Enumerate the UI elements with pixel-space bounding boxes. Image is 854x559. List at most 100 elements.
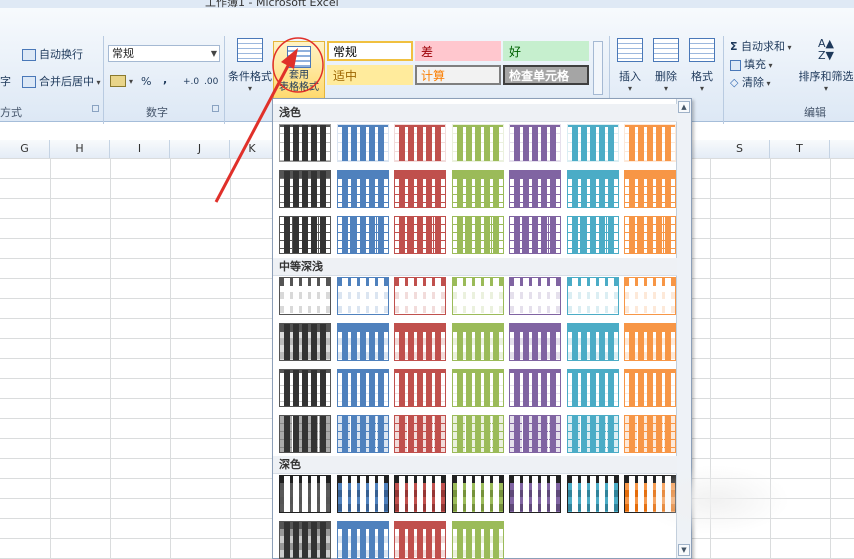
table-style-swatch-light-1-5[interactable] bbox=[566, 170, 619, 208]
column-header-g[interactable]: G bbox=[0, 140, 50, 158]
table-style-swatch-medium-2-6[interactable] bbox=[624, 369, 676, 407]
table-style-swatch-medium-1-2[interactable] bbox=[394, 323, 446, 361]
table-style-swatch-light-0-4[interactable] bbox=[509, 124, 561, 162]
table-style-swatch-medium-1-3[interactable] bbox=[451, 323, 504, 361]
table-style-swatch-dark-0-4[interactable] bbox=[509, 475, 561, 513]
column-header-j[interactable]: J bbox=[170, 140, 230, 158]
cell-style-2[interactable]: 好 bbox=[503, 41, 589, 61]
table-style-swatch-dark-1-2[interactable] bbox=[394, 521, 446, 559]
table-style-swatch-medium-0-3[interactable] bbox=[451, 277, 504, 315]
table-style-swatch-dark-1-3[interactable] bbox=[451, 521, 504, 559]
column-header-s[interactable]: S bbox=[710, 140, 770, 158]
table-style-swatch-medium-2-1[interactable] bbox=[336, 369, 389, 407]
table-style-gallery: ▲ ▼ 浅色 中等深浅 深色 bbox=[272, 98, 692, 559]
currency-button[interactable]: ▾ bbox=[110, 74, 133, 87]
table-style-swatch-light-2-3[interactable] bbox=[451, 216, 504, 254]
table-style-swatch-light-1-3[interactable] bbox=[451, 170, 504, 208]
table-style-swatch-dark-0-2[interactable] bbox=[394, 475, 446, 513]
table-style-swatch-light-1-4[interactable] bbox=[509, 170, 561, 208]
table-style-swatch-light-0-3[interactable] bbox=[451, 124, 504, 162]
table-style-swatch-light-1-2[interactable] bbox=[394, 170, 446, 208]
number-dialog-launcher[interactable] bbox=[212, 105, 219, 112]
fill-button[interactable]: 填充 ▾ bbox=[730, 56, 773, 72]
table-style-swatch-medium-3-1[interactable] bbox=[336, 415, 389, 453]
title-bar: 工作簿1 - Microsoft Excel bbox=[0, 0, 854, 8]
conditional-format-button[interactable]: 条件格式 ▾ bbox=[228, 38, 272, 93]
table-style-swatch-light-1-6[interactable] bbox=[624, 170, 676, 208]
increase-decimal-button[interactable]: +.0 bbox=[183, 77, 199, 87]
table-style-swatch-medium-0-2[interactable] bbox=[394, 277, 446, 315]
table-style-swatch-medium-0-5[interactable] bbox=[566, 277, 619, 315]
table-style-swatch-light-0-1[interactable] bbox=[336, 124, 389, 162]
table-style-swatch-medium-0-4[interactable] bbox=[509, 277, 561, 315]
scroll-down-button[interactable]: ▼ bbox=[678, 544, 690, 556]
column-header-h[interactable]: H bbox=[50, 140, 110, 158]
merge-center-button[interactable]: 合并后居中 ▾ bbox=[22, 73, 101, 89]
wrap-text-button[interactable]: 自动换行 bbox=[22, 46, 83, 62]
decrease-decimal-button[interactable]: .00 bbox=[204, 77, 218, 87]
table-style-swatch-medium-1-1[interactable] bbox=[336, 323, 389, 361]
table-style-swatch-light-2-0[interactable] bbox=[279, 216, 331, 254]
table-style-swatch-medium-2-4[interactable] bbox=[509, 369, 561, 407]
cell-style-5[interactable]: 检查单元格 bbox=[503, 65, 589, 85]
table-style-swatch-medium-2-0[interactable] bbox=[279, 369, 331, 407]
sort-az-icon: A▲ Z▼ bbox=[818, 37, 834, 62]
table-style-swatch-dark-1-1[interactable] bbox=[336, 521, 389, 559]
table-style-swatch-medium-3-0[interactable] bbox=[279, 415, 331, 453]
cell-style-0[interactable]: 常规 bbox=[327, 41, 413, 61]
table-style-swatch-medium-1-5[interactable] bbox=[566, 323, 619, 361]
table-style-swatch-medium-1-0[interactable] bbox=[279, 323, 331, 361]
insert-button[interactable]: 插入 ▾ bbox=[615, 38, 645, 93]
table-style-swatch-medium-0-1[interactable] bbox=[336, 277, 389, 315]
sort-filter-button[interactable]: A▲ Z▼ 排序和筛选 ▾ bbox=[798, 37, 854, 94]
column-header-t[interactable]: T bbox=[770, 140, 830, 158]
column-header-i[interactable]: I bbox=[110, 140, 170, 158]
table-style-swatch-light-2-1[interactable] bbox=[336, 216, 389, 254]
percent-button[interactable]: % bbox=[141, 75, 151, 88]
table-style-swatch-light-1-1[interactable] bbox=[336, 170, 389, 208]
format-as-table-button[interactable]: 套用 表格格式 bbox=[273, 41, 325, 105]
delete-button[interactable]: 删除 ▾ bbox=[651, 38, 681, 93]
table-style-swatch-dark-0-5[interactable] bbox=[566, 475, 619, 513]
table-style-swatch-medium-3-6[interactable] bbox=[624, 415, 676, 453]
table-style-swatch-medium-1-6[interactable] bbox=[624, 323, 676, 361]
table-style-swatch-medium-1-4[interactable] bbox=[509, 323, 561, 361]
cell-style-3[interactable]: 适中 bbox=[327, 65, 413, 85]
table-style-swatch-light-2-5[interactable] bbox=[566, 216, 619, 254]
table-style-swatch-light-2-4[interactable] bbox=[509, 216, 561, 254]
format-button[interactable]: 格式 ▾ bbox=[687, 38, 717, 93]
table-style-swatch-light-2-6[interactable] bbox=[624, 216, 676, 254]
table-style-swatch-dark-0-3[interactable] bbox=[451, 475, 504, 513]
table-style-swatch-medium-0-0[interactable] bbox=[279, 277, 331, 315]
table-style-swatch-medium-3-4[interactable] bbox=[509, 415, 561, 453]
column-header-k[interactable]: K bbox=[230, 140, 275, 158]
table-style-swatch-light-1-0[interactable] bbox=[279, 170, 331, 208]
table-style-swatch-light-0-0[interactable] bbox=[279, 124, 331, 162]
triangle-up-icon: ▲ bbox=[681, 103, 687, 111]
alignment-dialog-launcher[interactable] bbox=[92, 105, 99, 112]
cell-style-4[interactable]: 计算 bbox=[415, 65, 501, 85]
table-style-swatch-medium-0-6[interactable] bbox=[624, 277, 676, 315]
table-style-swatch-light-0-2[interactable] bbox=[394, 124, 446, 162]
table-style-swatch-medium-3-5[interactable] bbox=[566, 415, 619, 453]
table-style-swatch-light-2-2[interactable] bbox=[394, 216, 446, 254]
table-style-swatch-light-0-5[interactable] bbox=[566, 124, 619, 162]
eraser-icon: ◇ bbox=[730, 76, 739, 89]
cell-style-1[interactable]: 差 bbox=[415, 41, 501, 61]
scroll-up-button[interactable]: ▲ bbox=[678, 101, 690, 113]
cell-styles-scroll[interactable] bbox=[593, 41, 603, 95]
table-style-swatch-medium-2-3[interactable] bbox=[451, 369, 504, 407]
table-style-swatch-medium-3-2[interactable] bbox=[394, 415, 446, 453]
autosum-button[interactable]: Σ 自动求和 ▾ bbox=[730, 38, 792, 54]
table-style-swatch-dark-0-0[interactable] bbox=[279, 475, 331, 513]
table-style-swatch-medium-2-2[interactable] bbox=[394, 369, 446, 407]
number-format-select[interactable]: 常规 ▼ bbox=[108, 45, 220, 62]
table-style-swatch-medium-3-3[interactable] bbox=[451, 415, 504, 453]
table-style-swatch-medium-2-5[interactable] bbox=[566, 369, 619, 407]
table-style-swatch-dark-0-1[interactable] bbox=[336, 475, 389, 513]
table-style-swatch-dark-1-0[interactable] bbox=[279, 521, 331, 559]
editing-group-label: 编辑 bbox=[804, 106, 826, 119]
clear-button[interactable]: ◇ 清除 ▾ bbox=[730, 74, 771, 90]
comma-button[interactable]: , bbox=[163, 73, 167, 86]
table-style-swatch-light-0-6[interactable] bbox=[624, 124, 676, 162]
